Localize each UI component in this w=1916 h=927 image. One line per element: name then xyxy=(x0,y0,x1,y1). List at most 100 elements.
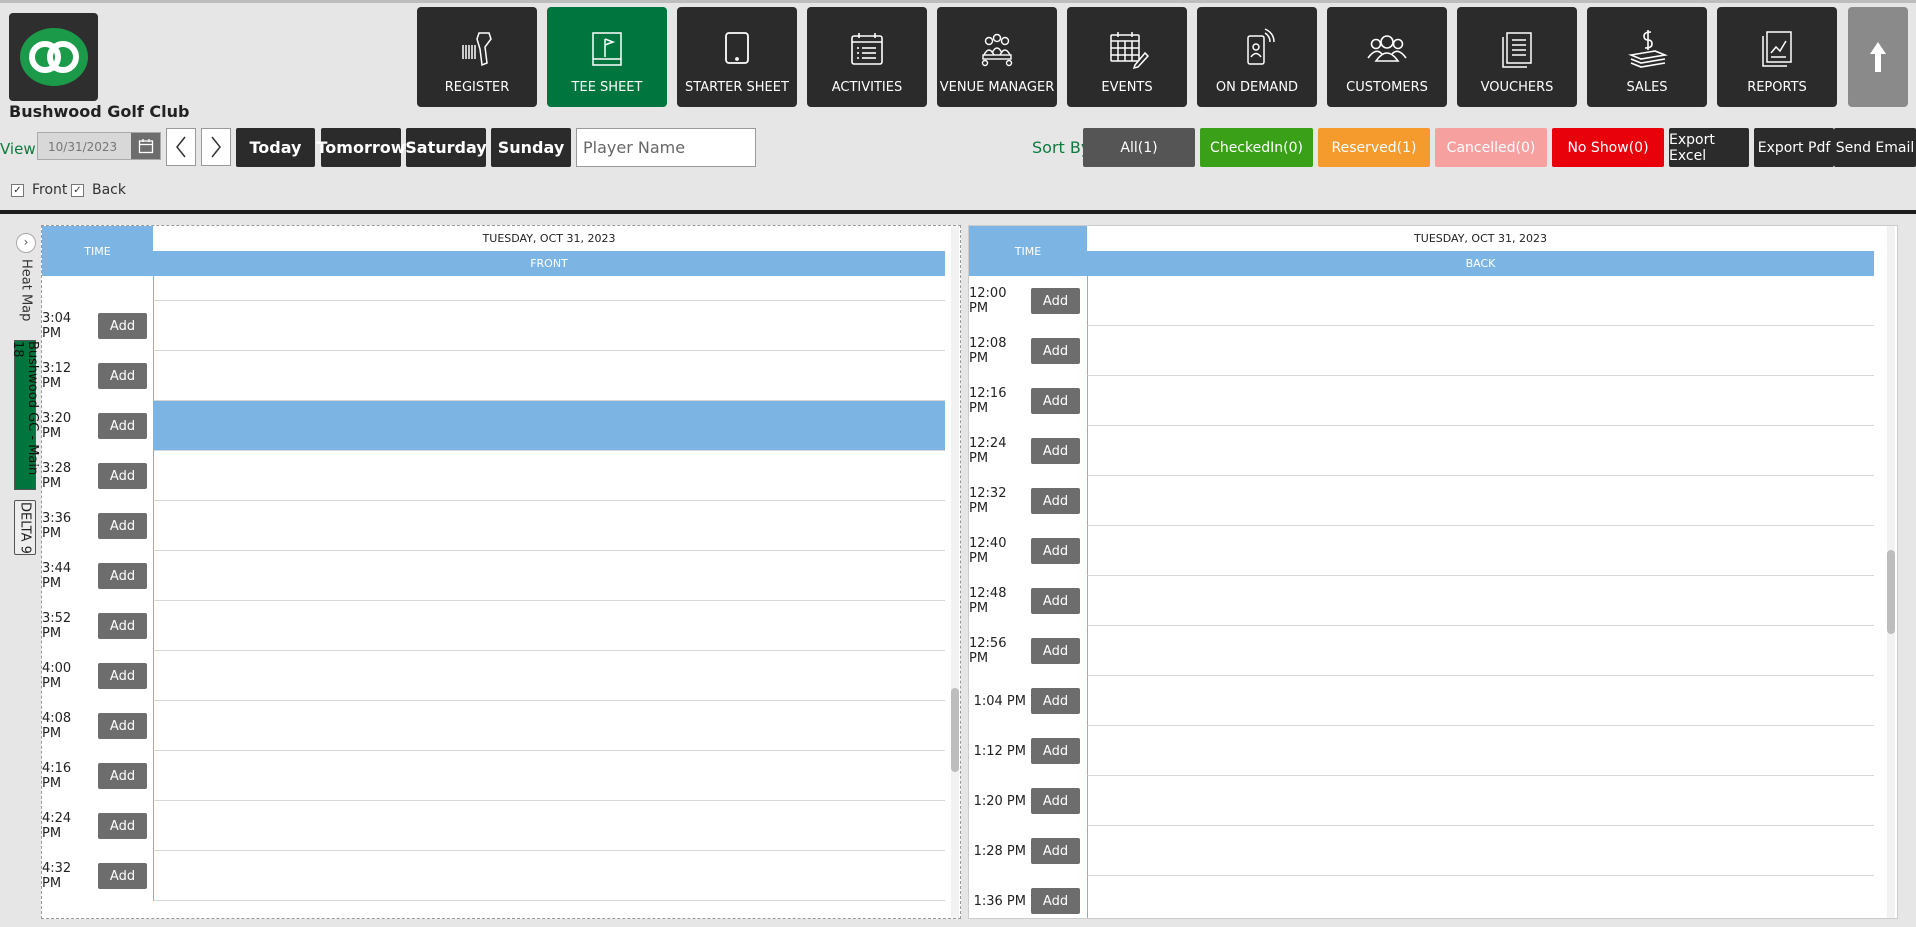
add-booking-button[interactable]: Add xyxy=(1031,738,1080,764)
tee-time-slot[interactable] xyxy=(153,651,945,701)
nav-activities[interactable]: ACTIVITIES xyxy=(807,7,927,107)
tee-time-slot[interactable] xyxy=(1087,426,1874,476)
expand-panel-button[interactable]: › xyxy=(16,233,36,253)
back-checkbox[interactable]: ✓ Back xyxy=(71,182,126,198)
add-booking-button[interactable]: Add xyxy=(1031,838,1080,864)
add-booking-button[interactable]: Add xyxy=(1031,638,1080,664)
calendar-button[interactable] xyxy=(131,133,160,159)
nav-starter-sheet[interactable]: STARTER SHEET xyxy=(677,7,797,107)
add-booking-button[interactable]: Add xyxy=(1031,288,1080,314)
tee-time-slot[interactable] xyxy=(1087,576,1874,626)
filter-all-button[interactable]: All(1) xyxy=(1083,128,1195,167)
nav-events[interactable]: EVENTS xyxy=(1067,7,1187,107)
course-main-tab[interactable]: Bushwood GC - Main 18 xyxy=(10,340,40,490)
tee-time-slot[interactable] xyxy=(153,851,945,901)
add-booking-button[interactable]: Add xyxy=(98,313,147,339)
add-booking-button[interactable]: Add xyxy=(98,813,147,839)
nav-venue-manager[interactable]: VENUE MANAGER xyxy=(937,7,1057,107)
add-booking-button[interactable]: Add xyxy=(1031,538,1080,564)
front-checkbox[interactable]: ✓ Front xyxy=(11,182,67,198)
sunday-button[interactable]: Sunday xyxy=(491,128,571,167)
nav-reports[interactable]: REPORTS xyxy=(1717,7,1837,107)
add-booking-button[interactable]: Add xyxy=(1031,488,1080,514)
tee-time-slot[interactable] xyxy=(1087,376,1874,426)
export-excel-button[interactable]: Export Excel xyxy=(1669,128,1749,167)
club-logo[interactable] xyxy=(9,13,98,101)
add-booking-button[interactable]: Add xyxy=(98,563,147,589)
filter-checkedin-button[interactable]: CheckedIn(0) xyxy=(1200,128,1313,167)
tee-time-slot[interactable] xyxy=(1087,476,1874,526)
tee-time-slot[interactable] xyxy=(153,451,945,501)
club-logo-icon xyxy=(19,28,88,86)
tee-time-row: 12:32 PM Add xyxy=(969,476,1874,526)
tee-time-slot[interactable] xyxy=(153,301,945,351)
tee-time-slot[interactable] xyxy=(1087,726,1874,776)
filter-cancelled-button[interactable]: Cancelled(0) xyxy=(1435,128,1547,167)
add-booking-button[interactable]: Add xyxy=(98,863,147,889)
add-booking-button[interactable]: Add xyxy=(1031,788,1080,814)
tomorrow-button[interactable]: Tomorrow xyxy=(317,128,406,167)
today-button[interactable]: Today xyxy=(236,128,315,167)
scroll-top-button[interactable] xyxy=(1848,7,1908,107)
tee-time-slot[interactable] xyxy=(1087,876,1874,918)
back-column-header: BACK xyxy=(1087,251,1874,276)
add-booking-button[interactable]: Add xyxy=(98,763,147,789)
add-booking-button[interactable]: Add xyxy=(1031,588,1080,614)
tee-time-slot[interactable] xyxy=(153,701,945,751)
add-booking-button[interactable]: Add xyxy=(1031,438,1080,464)
nav-label: SALES xyxy=(1626,80,1668,95)
nav-vouchers[interactable]: VOUCHERS xyxy=(1457,7,1577,107)
prev-day-button[interactable] xyxy=(166,128,196,166)
back-scrollbar[interactable] xyxy=(1887,226,1895,918)
nav-label: ACTIVITIES xyxy=(831,80,903,95)
filter-reserved-button[interactable]: Reserved(1) xyxy=(1318,128,1430,167)
export-pdf-button[interactable]: Export Pdf xyxy=(1754,128,1834,167)
nav-register[interactable]: REGISTER xyxy=(417,7,537,107)
add-booking-button[interactable]: Add xyxy=(98,613,147,639)
scroll-thumb[interactable] xyxy=(1887,550,1895,634)
tee-time-slot[interactable] xyxy=(1087,626,1874,676)
tee-time-slot[interactable] xyxy=(1087,526,1874,576)
add-booking-button[interactable]: Add xyxy=(1031,338,1080,364)
tee-time-slot[interactable] xyxy=(153,551,945,601)
add-booking-button[interactable]: Add xyxy=(98,413,147,439)
tee-time-slot[interactable] xyxy=(153,351,945,401)
tee-time-slot[interactable] xyxy=(153,276,945,301)
tee-time-slot[interactable] xyxy=(153,501,945,551)
tee-time-slot[interactable] xyxy=(153,401,945,451)
nav-sales[interactable]: SALES xyxy=(1587,7,1707,107)
tee-time-label: 12:00 PM xyxy=(969,286,1007,316)
saturday-button[interactable]: Saturday xyxy=(405,128,487,167)
tee-time-slot[interactable] xyxy=(1087,326,1874,376)
add-booking-button[interactable]: Add xyxy=(98,513,147,539)
tee-time-slot[interactable] xyxy=(153,751,945,801)
heat-map-tab[interactable]: Heat Map xyxy=(15,256,37,324)
nav-customers[interactable]: CUSTOMERS xyxy=(1327,7,1447,107)
send-email-button[interactable]: Send Email xyxy=(1834,128,1916,167)
add-booking-button[interactable]: Add xyxy=(1031,388,1080,414)
tee-time-slot[interactable] xyxy=(1087,676,1874,726)
front-slot-list: 3:04 PM Add 3:12 PM Add 3:20 PM Add 3:28 PM Add… xyxy=(42,276,945,918)
course-delta-tab[interactable]: DELTA 9 xyxy=(14,500,36,555)
front-scrollbar[interactable] xyxy=(951,226,959,918)
tee-time-slot[interactable] xyxy=(1087,276,1874,326)
tee-time-slot[interactable] xyxy=(153,601,945,651)
mobile-wireless-icon xyxy=(1247,28,1275,65)
player-name-input[interactable] xyxy=(576,128,756,167)
add-booking-button[interactable]: Add xyxy=(1031,688,1080,714)
tee-time-slot[interactable] xyxy=(1087,826,1874,876)
nav-on-demand[interactable]: ON DEMAND xyxy=(1197,7,1317,107)
filter-noshow-button[interactable]: No Show(0) xyxy=(1552,128,1664,167)
add-booking-button[interactable]: Add xyxy=(98,363,147,389)
add-booking-button[interactable]: Add xyxy=(98,713,147,739)
tee-time-label: 12:32 PM xyxy=(969,486,1007,516)
add-booking-button[interactable]: Add xyxy=(98,463,147,489)
tee-time-row: 4:32 PM Add xyxy=(42,851,945,901)
add-booking-button[interactable]: Add xyxy=(1031,888,1080,914)
tee-time-slot[interactable] xyxy=(1087,776,1874,826)
add-booking-button[interactable]: Add xyxy=(98,663,147,689)
next-day-button[interactable] xyxy=(201,128,231,166)
scroll-thumb[interactable] xyxy=(951,688,959,772)
tee-time-slot[interactable] xyxy=(153,801,945,851)
nav-tee-sheet[interactable]: TEE SHEET xyxy=(547,7,667,107)
